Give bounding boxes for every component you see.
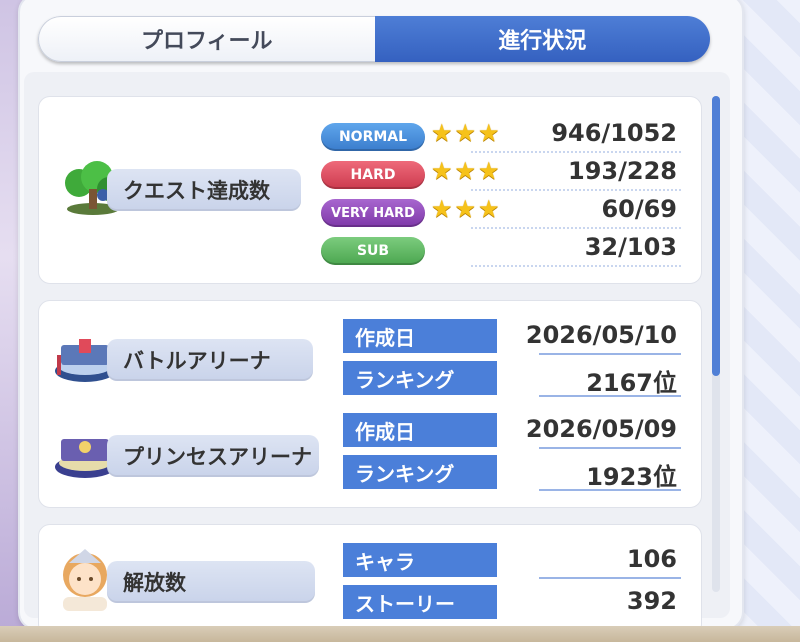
battle-rank-label: ランキング [343, 361, 497, 395]
divider [471, 265, 681, 267]
tab-progress[interactable]: 進行状況 [374, 16, 710, 62]
chara-label: キャラ [343, 543, 497, 577]
stars-very-hard: ★ ★ ★ [431, 197, 500, 221]
value-normal: 946/1052 [551, 119, 677, 147]
princess-arena-label: プリンセスアリーナ [107, 435, 319, 477]
unlock-card: 解放数 キャラ 106 ストーリー 392 [38, 524, 702, 636]
divider [471, 189, 681, 191]
divider [471, 151, 681, 153]
tab-profile[interactable]: プロフィール [38, 16, 375, 62]
quest-label: クエスト達成数 [107, 169, 301, 211]
star-icon: ★ [431, 195, 453, 223]
star-icon: ★ [478, 157, 500, 185]
arena-card: バトルアリーナ プリンセスアリーナ 作成日 2026/05/10 ランキング 2… [38, 300, 702, 508]
battle-created-date: 2026/05/10 [525, 321, 677, 349]
divider [539, 353, 681, 355]
stars-hard: ★ ★ ★ [431, 159, 500, 183]
bottom-menu-strip [0, 626, 800, 642]
star-icon: ★ [431, 157, 453, 185]
unlock-label: 解放数 [107, 561, 315, 603]
star-icon: ★ [454, 119, 477, 147]
chara-count: 106 [626, 545, 677, 573]
battle-rank-value: 2167位 [586, 369, 677, 397]
divider [539, 395, 681, 397]
star-icon: ★ [454, 157, 477, 185]
princess-rank-value: 1923位 [586, 463, 677, 491]
princess-created-label: 作成日 [343, 413, 497, 447]
story-label: ストーリー [343, 585, 497, 619]
princess-created-date: 2026/05/09 [525, 415, 677, 443]
badge-sub: SUB [321, 237, 425, 265]
scrollbar-thumb[interactable] [712, 96, 720, 376]
star-icon: ★ [431, 119, 453, 147]
divider [539, 489, 681, 491]
value-very-hard: 60/69 [601, 195, 677, 223]
badge-hard: HARD [321, 161, 425, 189]
stars-normal: ★ ★ ★ [431, 121, 500, 145]
tab-bar: プロフィール 進行状況 [38, 16, 710, 62]
battle-created-label: 作成日 [343, 319, 497, 353]
story-count: 392 [626, 587, 677, 615]
badge-normal: NORMAL [321, 123, 425, 151]
star-icon: ★ [478, 195, 500, 223]
quest-card: クエスト達成数 NORMAL ★ ★ ★ 946/1052 HARD ★ ★ ★… [38, 96, 702, 284]
scrollbar[interactable] [712, 96, 720, 592]
divider [471, 227, 681, 229]
divider [539, 577, 681, 579]
princess-rank-label: ランキング [343, 455, 497, 489]
star-icon: ★ [478, 119, 500, 147]
star-icon: ★ [454, 195, 477, 223]
character-icon [55, 541, 115, 611]
background-right [740, 0, 800, 642]
value-hard: 193/228 [568, 157, 677, 185]
battle-arena-label: バトルアリーナ [107, 339, 313, 381]
divider [539, 447, 681, 449]
badge-very-hard: VERY HARD [321, 199, 425, 227]
value-sub: 32/103 [584, 233, 677, 261]
